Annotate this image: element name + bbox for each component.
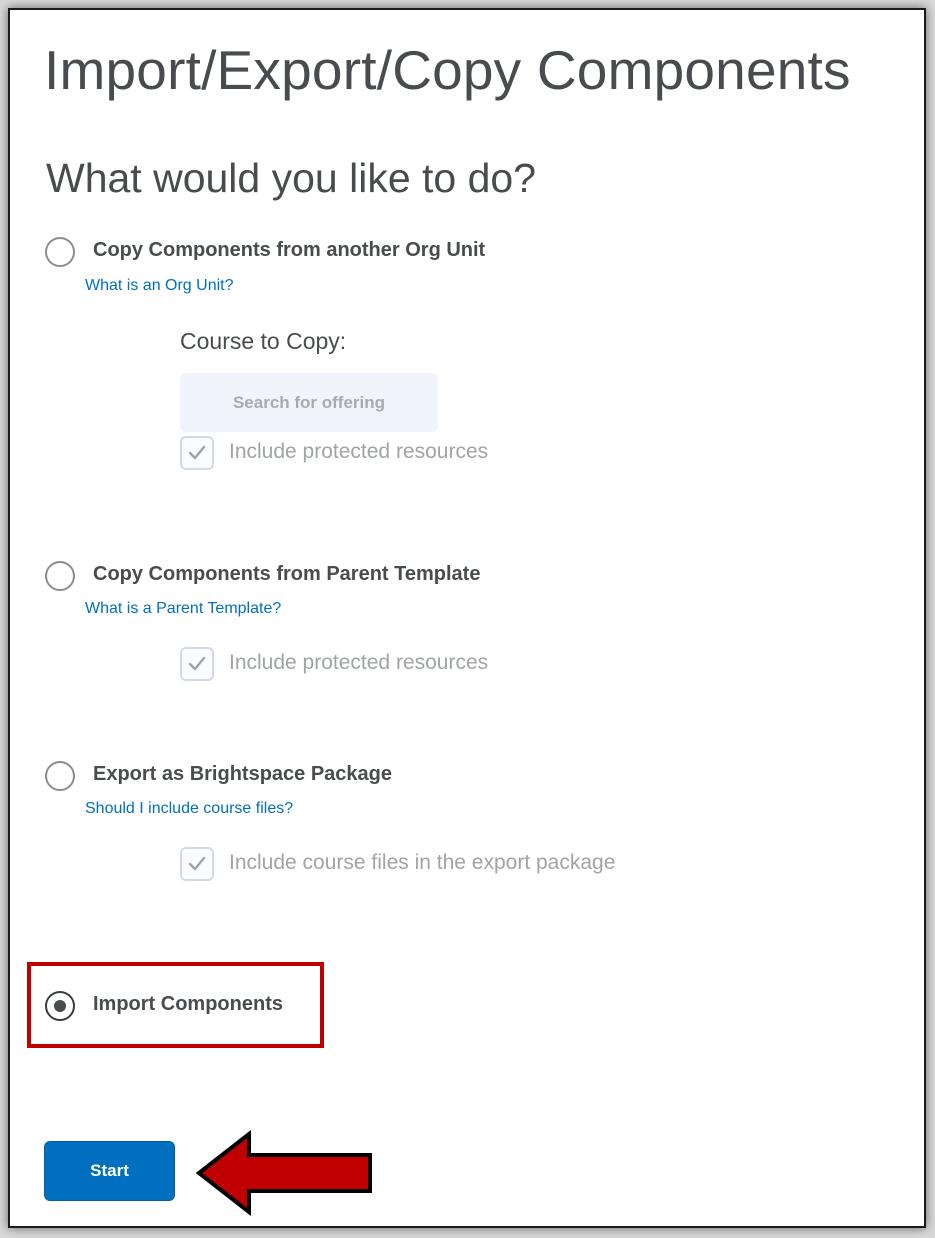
checkmark-icon: [188, 445, 206, 460]
option-label-import-components: Import Components: [93, 993, 283, 1015]
help-link-parent-template[interactable]: What is a Parent Template?: [85, 600, 281, 618]
radio-export-brightspace-package[interactable]: [45, 761, 75, 791]
question-heading: What would you like to do?: [46, 155, 536, 201]
help-link-org-unit[interactable]: What is an Org Unit?: [85, 277, 234, 295]
radio-import-components[interactable]: [45, 991, 75, 1021]
option-label-copy-from-parent-template: Copy Components from Parent Template: [93, 563, 481, 585]
checkmark-icon: [188, 656, 206, 671]
page-frame: Import/Export/Copy Components What would…: [8, 8, 926, 1228]
annotation-arrow-icon: [195, 1130, 372, 1216]
include-protected-resources-label-1: Include protected resources: [229, 440, 489, 463]
include-protected-resources-label-2: Include protected resources: [229, 651, 489, 674]
include-protected-resources-checkbox-1[interactable]: [180, 436, 214, 470]
page-title: Import/Export/Copy Components: [44, 39, 851, 101]
include-course-files-label: Include course files in the export packa…: [229, 851, 616, 874]
checkmark-icon: [188, 856, 206, 871]
option-label-copy-from-org-unit: Copy Components from another Org Unit: [93, 239, 486, 261]
include-protected-resources-checkbox-2[interactable]: [180, 647, 214, 681]
option-label-export-brightspace-package: Export as Brightspace Package: [93, 763, 393, 785]
help-link-course-files[interactable]: Should I include course files?: [85, 800, 293, 818]
start-button[interactable]: Start: [44, 1141, 175, 1201]
search-offering-input[interactable]: Search for offering: [180, 373, 438, 432]
radio-copy-from-parent-template[interactable]: [45, 561, 75, 591]
course-to-copy-label: Course to Copy:: [180, 328, 347, 354]
radio-selected-dot: [54, 1000, 66, 1012]
include-course-files-checkbox[interactable]: [180, 847, 214, 881]
radio-copy-from-org-unit[interactable]: [45, 237, 75, 267]
